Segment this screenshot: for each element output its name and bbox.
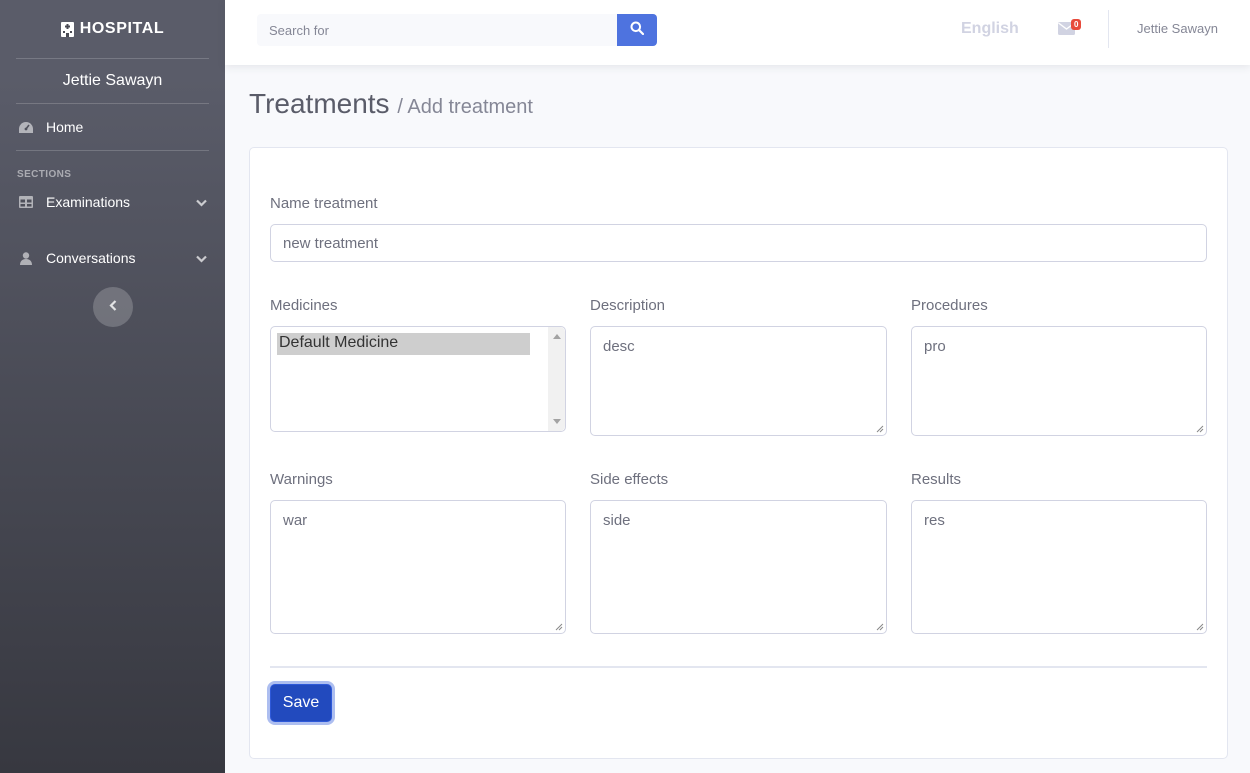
sidebar-user-name: Jettie Sawayn: [62, 72, 163, 89]
medicines-scrollbar[interactable]: [548, 327, 565, 431]
search-button[interactable]: [617, 14, 657, 46]
procedures-value: pro: [924, 338, 946, 355]
name-input[interactable]: new treatment: [270, 224, 1207, 262]
medicine-option[interactable]: Default Medicine: [277, 333, 530, 355]
form-divider: [270, 666, 1207, 668]
mail-count-badge: 0: [1071, 19, 1082, 30]
chevron-down-icon: [196, 194, 207, 210]
hospital-icon: [60, 21, 74, 37]
scroll-up-arrow-icon[interactable]: [553, 334, 561, 339]
sidebar-item-examinations[interactable]: Examinations: [0, 185, 225, 219]
topbar-user-name[interactable]: Jettie Sawayn: [1137, 21, 1218, 36]
page-title-main: Treatments: [249, 88, 390, 119]
medicines-select[interactable]: Default Medicine: [270, 326, 566, 432]
page-title: Treatments / Add treatment: [249, 88, 533, 120]
resize-handle-icon[interactable]: [555, 623, 563, 631]
description-label: Description: [590, 297, 666, 314]
resize-handle-icon[interactable]: [1196, 425, 1204, 433]
resize-handle-icon[interactable]: [876, 623, 884, 631]
results-textarea[interactable]: res: [911, 500, 1207, 634]
sidebar-item-label: Home: [46, 119, 84, 135]
name-value: new treatment: [283, 234, 379, 252]
brand[interactable]: HOSPITAL: [0, 0, 225, 58]
procedures-label: Procedures: [911, 297, 988, 314]
save-button[interactable]: Save: [270, 684, 332, 722]
chevron-left-icon: [108, 298, 117, 316]
results-label: Results: [911, 471, 962, 488]
sidebar-toggle-button[interactable]: [92, 287, 133, 327]
user-icon: [18, 251, 34, 265]
sidebar-item-label: Examinations: [46, 194, 131, 210]
description-textarea[interactable]: desc: [590, 326, 887, 436]
name-label: Name treatment: [270, 195, 378, 212]
side-effects-value: side: [603, 512, 631, 529]
tachometer-icon: [18, 120, 34, 134]
search-icon: [630, 21, 645, 40]
search-bar: [257, 14, 657, 46]
side-effects-label: Side effects: [590, 471, 669, 488]
medicines-label: Medicines: [270, 297, 338, 314]
search-input[interactable]: [257, 14, 618, 46]
chevron-down-icon: [196, 250, 207, 266]
description-value: desc: [603, 338, 635, 355]
sidebar-item-label: Conversations: [46, 250, 136, 266]
sidebar-item-conversations[interactable]: Conversations: [0, 241, 225, 275]
topbar: English 0 Jettie Sawayn: [225, 0, 1250, 65]
warnings-label: Warnings: [270, 471, 333, 488]
procedures-textarea[interactable]: pro: [911, 326, 1207, 436]
resize-handle-icon[interactable]: [876, 425, 884, 433]
topbar-divider: [1108, 10, 1109, 48]
warnings-value: war: [283, 512, 308, 529]
table-icon: [18, 195, 34, 209]
language-selector[interactable]: English: [961, 20, 1019, 38]
resize-handle-icon[interactable]: [1196, 623, 1204, 631]
warnings-textarea[interactable]: war: [270, 500, 566, 634]
brand-name: HOSPITAL: [79, 20, 165, 37]
side-effects-textarea[interactable]: side: [590, 500, 887, 634]
sidebar-heading: SECTIONS: [17, 169, 72, 180]
treatment-form-card: Name treatment new treatment Medicines D…: [249, 147, 1228, 759]
sidebar: HOSPITAL Jettie Sawayn Home SECTIONS Exa…: [0, 0, 225, 773]
results-value: res: [924, 512, 945, 529]
sidebar-item-home[interactable]: Home: [0, 104, 225, 150]
page-subtitle: / Add treatment: [397, 96, 533, 118]
scroll-down-arrow-icon[interactable]: [553, 419, 561, 424]
